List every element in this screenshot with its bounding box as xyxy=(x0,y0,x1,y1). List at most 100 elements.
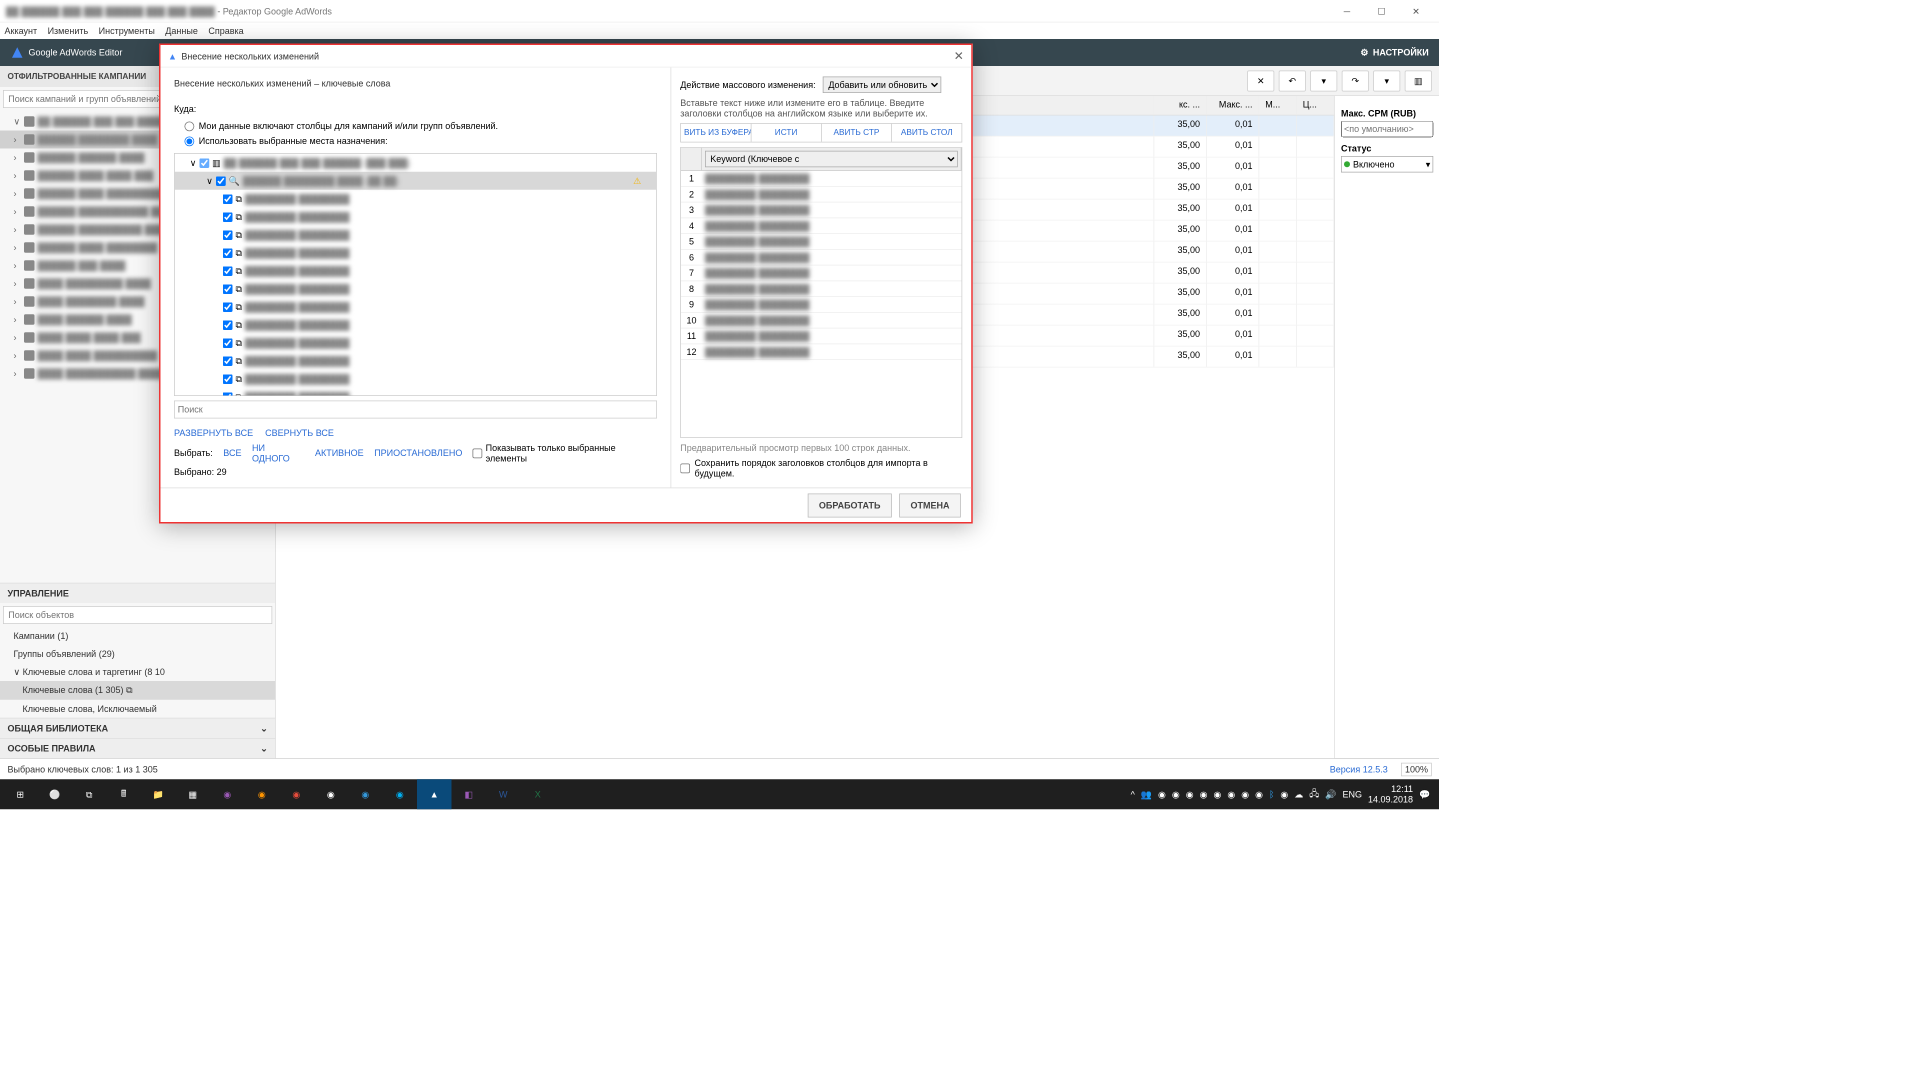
mgmt-neg-keywords[interactable]: Ключевые слова, Исключаемый xyxy=(0,700,275,718)
tray-cloud-icon[interactable]: ☁ xyxy=(1294,789,1303,800)
yandex-icon[interactable]: ◉ xyxy=(279,779,314,809)
keyword-row[interactable]: 12████████ ████████ xyxy=(681,344,962,360)
tree-item[interactable]: ⧉ ████████ ████████ xyxy=(175,316,657,334)
search-icon[interactable]: ⚪ xyxy=(38,779,73,809)
collapse-all-link[interactable]: СВЕРНУТЬ ВСЕ xyxy=(265,428,334,439)
tray-icon[interactable]: ◉ xyxy=(1214,789,1222,800)
minimize-button[interactable]: ─ xyxy=(1330,0,1365,22)
tray-icon[interactable]: ◉ xyxy=(1255,789,1263,800)
keyword-grid[interactable]: Keyword (Ключевое с 1████████ ████████2█… xyxy=(680,147,962,438)
action-select[interactable]: Добавить или обновить xyxy=(823,77,942,94)
select-all-link[interactable]: ВСЕ xyxy=(223,448,241,459)
tray-icon[interactable]: ◉ xyxy=(1227,789,1235,800)
redo-dropdown[interactable]: ▾ xyxy=(1373,70,1400,91)
columns-button[interactable]: ▥ xyxy=(1405,70,1432,91)
rules-title[interactable]: ОСОБЫЕ ПРАВИЛА⌄ xyxy=(0,738,275,758)
menu-account[interactable]: Аккаунт xyxy=(5,26,38,37)
tree-item[interactable]: ⧉ ████████ ████████ xyxy=(175,298,657,316)
word-icon[interactable]: W xyxy=(486,779,521,809)
keyword-row[interactable]: 11████████ ████████ xyxy=(681,329,962,345)
redo-button[interactable]: ↷ xyxy=(1342,70,1369,91)
start-button[interactable]: ⊞ xyxy=(3,779,38,809)
tray-icon[interactable]: ◉ xyxy=(1186,789,1194,800)
keyword-header-select[interactable]: Keyword (Ключевое с xyxy=(705,151,958,168)
menu-help[interactable]: Справка xyxy=(208,26,243,37)
keyword-row[interactable]: 1████████ ████████ xyxy=(681,171,962,187)
excel-icon[interactable]: X xyxy=(521,779,556,809)
show-only-selected-checkbox[interactable]: Показывать только выбранные элементы xyxy=(473,443,657,464)
library-title[interactable]: ОБЩАЯ БИБЛИОТЕКА⌄ xyxy=(0,718,275,738)
settings-button[interactable]: ⚙ НАСТРОЙКИ xyxy=(1360,47,1428,58)
tree-item[interactable]: ⧉ ████████ ████████ xyxy=(175,190,657,208)
tree-search-input[interactable] xyxy=(174,401,657,419)
mgmt-adgroups[interactable]: Группы объявлений (29) xyxy=(0,645,275,663)
tray-lang[interactable]: ENG xyxy=(1342,789,1362,800)
keyword-row[interactable]: 7████████ ████████ xyxy=(681,266,962,282)
explorer-icon[interactable]: 📁 xyxy=(141,779,176,809)
radio-my-data[interactable]: Мои данные включают столбцы для кампаний… xyxy=(185,121,658,132)
tree-item[interactable]: ⧉ ████████ ████████ xyxy=(175,208,657,226)
tray-icon[interactable]: ◉ xyxy=(1200,789,1208,800)
menu-edit[interactable]: Изменить xyxy=(48,26,89,37)
taskview-icon[interactable]: ⧉ xyxy=(72,779,107,809)
mgmt-keywords[interactable]: Ключевые слова (1 305) ⧉ xyxy=(0,681,275,700)
viber-icon[interactable]: ◉ xyxy=(210,779,245,809)
mgmt-campaigns[interactable]: Кампании (1) xyxy=(0,627,275,645)
tree-item[interactable]: ⧉ ████████ ████████ xyxy=(175,370,657,388)
close-tool-button[interactable]: ✕ xyxy=(1247,70,1274,91)
radio-use-destinations[interactable]: Использовать выбранные места назначения: xyxy=(185,136,658,147)
paste-clipboard-button[interactable]: ВИТЬ ИЗ БУФЕРА ОБМ xyxy=(681,124,751,142)
calculator-icon[interactable]: 🖩 xyxy=(107,779,142,809)
save-order-checkbox[interactable]: Сохранить порядок заголовков столбцов дл… xyxy=(680,458,962,479)
add-row-button[interactable]: АВИТЬ СТР xyxy=(822,124,892,142)
tray-icon[interactable]: ◉ xyxy=(1280,789,1288,800)
tree-item[interactable]: ⧉ ████████ ████████ xyxy=(175,352,657,370)
close-window-button[interactable]: ✕ xyxy=(1399,0,1434,22)
process-button[interactable]: ОБРАБОТАТЬ xyxy=(808,493,892,517)
select-active-link[interactable]: АКТИВНОЕ xyxy=(315,448,364,459)
tree-item[interactable]: ⧉ ████████ ████████ xyxy=(175,244,657,262)
tray-icon[interactable]: ◉ xyxy=(1172,789,1180,800)
col-c[interactable]: Ц... xyxy=(1297,96,1335,115)
keyword-row[interactable]: 6████████ ████████ xyxy=(681,250,962,266)
tray-volume-icon[interactable]: 🔊 xyxy=(1325,789,1336,800)
keyword-row[interactable]: 3████████ ████████ xyxy=(681,203,962,219)
select-paused-link[interactable]: ПРИОСТАНОВЛЕНО xyxy=(374,448,462,459)
tray-bluetooth-icon[interactable]: ᛒ xyxy=(1269,789,1274,800)
zoom-indicator[interactable]: 100% xyxy=(1401,762,1432,776)
mgmt-kw-targeting[interactable]: ∨ Ключевые слова и таргетинг (8 10 xyxy=(0,663,275,681)
keyword-row[interactable]: 10████████ ████████ xyxy=(681,313,962,329)
tray-notifications-icon[interactable]: 💬 xyxy=(1419,789,1430,800)
modal-close-button[interactable]: ✕ xyxy=(954,48,964,63)
expand-all-link[interactable]: РАЗВЕРНУТЬ ВСЕ xyxy=(174,428,253,439)
tray-icon[interactable]: ◉ xyxy=(1158,789,1166,800)
menu-data[interactable]: Данные xyxy=(165,26,198,37)
telegram-icon[interactable]: ◉ xyxy=(348,779,383,809)
tree-item[interactable]: ⧉ ████████ ████████ xyxy=(175,334,657,352)
tray-chevron-icon[interactable]: ^ xyxy=(1131,789,1135,800)
clear-button[interactable]: ИСТИ xyxy=(751,124,821,142)
adwords-task-icon[interactable]: ▲ xyxy=(417,779,452,809)
tree-item[interactable]: ⧉ ████████ ████████ xyxy=(175,280,657,298)
tray-network-icon[interactable]: 🖧 xyxy=(1309,786,1319,802)
cpm-input[interactable] xyxy=(1341,121,1433,138)
select-none-link[interactable]: НИ ОДНОГО xyxy=(252,443,305,464)
clock[interactable]: 12:1114.09.2018 xyxy=(1368,783,1413,805)
status-select[interactable]: Включено▾ xyxy=(1341,156,1433,173)
maximize-button[interactable]: ☐ xyxy=(1364,0,1399,22)
keyword-row[interactable]: 4████████ ████████ xyxy=(681,218,962,234)
firefox-icon[interactable]: ◉ xyxy=(245,779,280,809)
add-col-button[interactable]: АВИТЬ СТОЛ xyxy=(892,124,962,142)
tree-item[interactable]: ⧉ ████████ ████████ xyxy=(175,262,657,280)
skype-icon[interactable]: ◉ xyxy=(383,779,418,809)
app-icon[interactable]: ◧ xyxy=(452,779,487,809)
destination-tree[interactable]: ∨▥██ ██████ ███ ███ ██████ (███ ███) ∨🔍█… xyxy=(174,153,657,396)
tree-item[interactable]: ⧉ ████████ ████████ xyxy=(175,388,657,396)
search-objects-input[interactable] xyxy=(3,606,272,624)
keyword-row[interactable]: 8████████ ████████ xyxy=(681,281,962,297)
tray-icon[interactable]: ◉ xyxy=(1241,789,1249,800)
chrome-icon[interactable]: ◉ xyxy=(314,779,349,809)
col-m[interactable]: М... xyxy=(1259,96,1297,115)
tree-item[interactable]: ⧉ ████████ ████████ xyxy=(175,226,657,244)
menu-tools[interactable]: Инструменты xyxy=(99,26,155,37)
